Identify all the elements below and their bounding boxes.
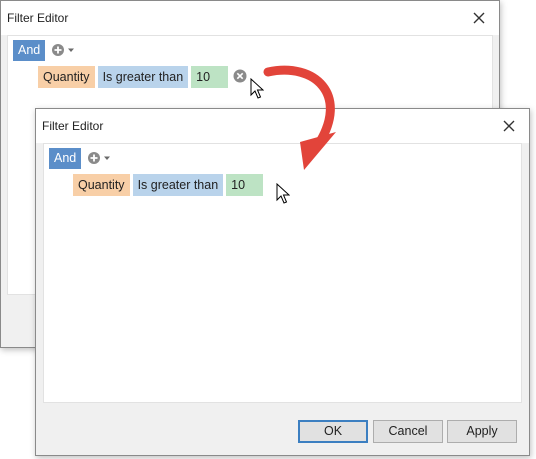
cancel-button[interactable]: Cancel [373, 420, 443, 443]
dialog-title: Filter Editor [42, 119, 104, 133]
operator-chip[interactable]: Is greater than [132, 174, 224, 196]
group-operator-button[interactable]: And [13, 40, 46, 61]
apply-button[interactable]: Apply [447, 420, 517, 443]
condition-row: Quantity Is greater than 10 [73, 174, 264, 196]
dialog-title: Filter Editor [7, 11, 69, 25]
field-chip[interactable]: Quantity [73, 174, 130, 196]
field-chip[interactable]: Quantity [38, 66, 95, 88]
filter-editor-pane: And Quantity Is greater than 10 [43, 143, 522, 403]
group-operator-button[interactable]: And [49, 148, 82, 169]
add-condition-icon[interactable] [50, 42, 80, 58]
close-icon[interactable] [499, 116, 519, 136]
mouse-cursor-icon [276, 182, 291, 205]
value-chip[interactable]: 10 [191, 66, 229, 88]
title-bar: Filter Editor [1, 1, 499, 35]
close-icon[interactable] [469, 8, 489, 28]
add-condition-icon[interactable] [86, 150, 116, 166]
ok-button[interactable]: OK [298, 420, 368, 443]
curved-arrow-icon [263, 65, 336, 170]
condition-row: Quantity Is greater than 10 [38, 66, 229, 88]
operator-chip[interactable]: Is greater than [97, 66, 189, 88]
dialog-footer: OK Cancel Apply [36, 403, 529, 455]
